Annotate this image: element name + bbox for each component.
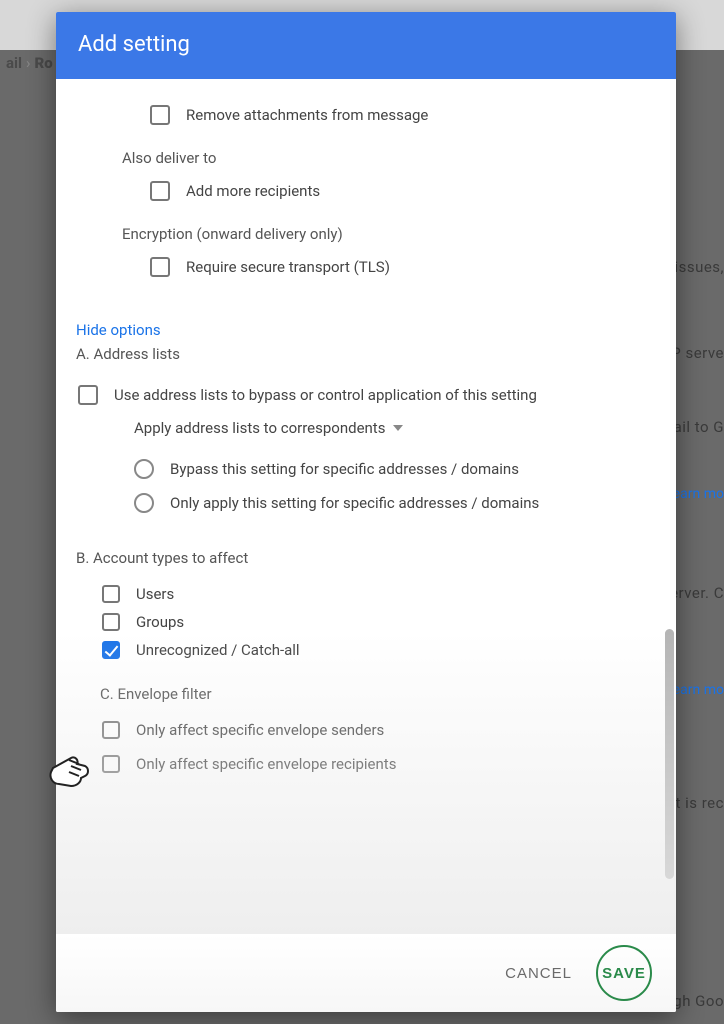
checkbox-label: Users [136,585,174,603]
checkbox-catchall[interactable]: Unrecognized / Catch-all [102,641,650,659]
checkbox-label: Require secure transport (TLS) [186,258,390,276]
radio-only-apply[interactable]: Only apply this setting for specific add… [134,493,650,513]
checkbox-use-address-lists[interactable]: Use address lists to bypass or control a… [78,385,650,405]
radio-label: Bypass this setting for specific address… [170,460,519,478]
checkbox-label: Only affect specific envelope senders [136,721,384,739]
checkbox-icon [150,257,170,277]
checkbox-label: Unrecognized / Catch-all [136,641,300,659]
bg-text: t is rec [676,794,724,812]
checkbox-remove-attachments[interactable]: Remove attachments from message [150,105,650,125]
radio-label: Only apply this setting for specific add… [170,494,539,512]
dropdown-label: Apply address lists to correspondents [134,419,385,437]
checkbox-label: Remove attachments from message [186,106,428,124]
section-also-deliver: Also deliver to [122,149,650,167]
checkbox-icon [150,105,170,125]
bg-link: earn mo [673,486,724,502]
chevron-down-icon [393,425,403,431]
checkbox-add-recipients[interactable]: Add more recipients [150,181,650,201]
bg-text: erver. C [670,584,724,602]
checkbox-icon [102,613,120,631]
section-encryption: Encryption (onward delivery only) [122,225,650,243]
section-b-header: B. Account types to affect [76,549,650,567]
bg-text: gh Goo [673,992,724,1010]
cancel-button[interactable]: CANCEL [499,957,578,990]
section-c-header: C. Envelope filter [100,685,650,703]
checkbox-icon [78,385,98,405]
checkbox-label: Use address lists to bypass or control a… [114,386,537,404]
bg-text: P serve [671,344,724,362]
checkbox-label: Only affect specific envelope recipients [136,755,396,773]
checkbox-icon [102,641,120,659]
radio-icon [134,459,154,479]
dialog-title: Add setting [56,12,676,79]
checkbox-icon [102,585,120,603]
breadcrumb: ail›Ro [6,54,53,72]
radio-bypass[interactable]: Bypass this setting for specific address… [134,459,650,479]
checkbox-icon [102,721,120,739]
checkbox-icon [102,755,120,773]
dropdown-apply-address-lists[interactable]: Apply address lists to correspondents [134,419,650,437]
hide-options-link[interactable]: Hide options [76,321,650,339]
checkbox-groups[interactable]: Groups [102,613,650,631]
dialog-footer: CANCEL SAVE [56,934,676,1012]
save-button[interactable]: SAVE [596,945,652,1001]
section-a-header: A. Address lists [76,345,650,363]
radio-icon [134,493,154,513]
checkbox-icon [150,181,170,201]
bg-link: earn mo [673,682,724,698]
checkbox-require-tls[interactable]: Require secure transport (TLS) [150,257,650,277]
checkbox-label: Add more recipients [186,182,320,200]
checkbox-users[interactable]: Users [102,585,650,603]
checkbox-envelope-senders[interactable]: Only affect specific envelope senders [102,721,650,739]
checkbox-envelope-recipients[interactable]: Only affect specific envelope recipients [102,755,650,773]
cursor-pointer-icon [45,750,93,790]
add-setting-dialog: Add setting Remove attachments from mess… [56,12,676,1012]
checkbox-label: Groups [136,613,184,631]
bg-text: issues, [674,258,724,276]
scrollbar-thumb[interactable] [665,629,674,879]
bg-text: ail to G [674,418,724,436]
